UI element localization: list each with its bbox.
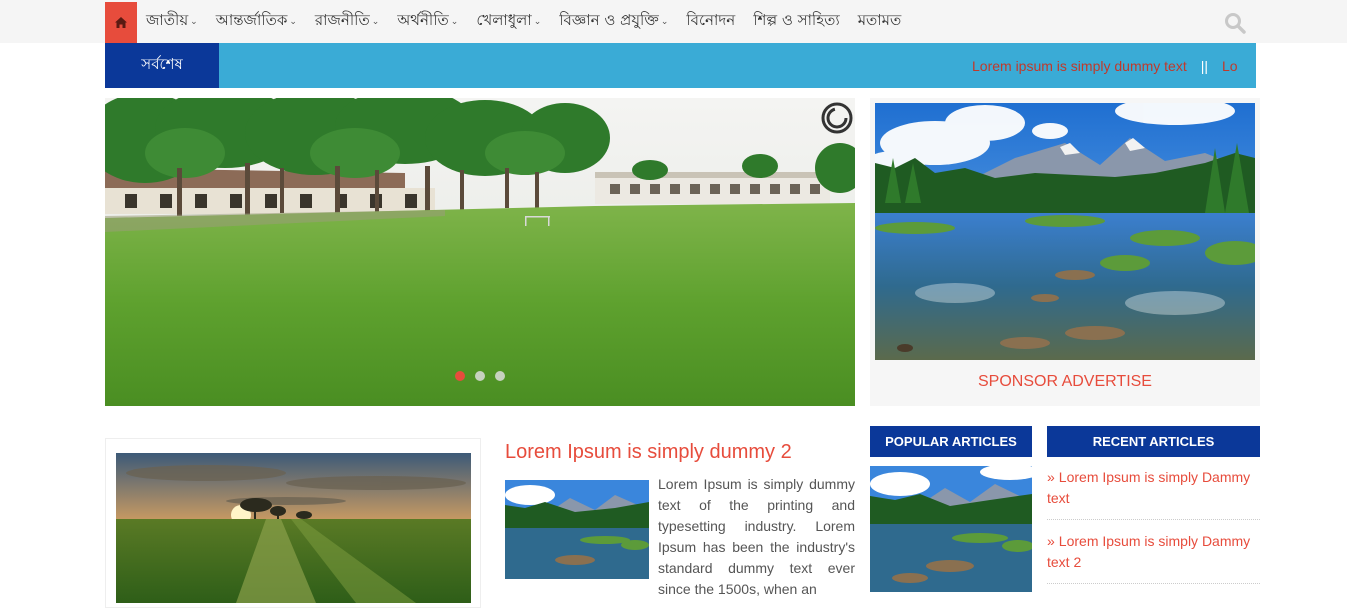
popular-article-image[interactable] — [870, 466, 1032, 592]
menu-item-economy[interactable]: অর্থনীতি ⌄ — [388, 0, 467, 43]
recent-articles-heading: RECENT ARTICLES — [1047, 426, 1260, 457]
sponsor-advertise-link[interactable]: SPONSOR ADVERTISE — [870, 373, 1260, 391]
menu-item-label: বিনোদন — [686, 11, 736, 29]
sponsor-image[interactable] — [875, 103, 1255, 360]
chevron-down-icon: ⌄ — [289, 16, 297, 27]
lake-mountain-popular — [870, 466, 1032, 592]
ticker-item[interactable]: Lorem ipsum is simply dummy text — [972, 58, 1187, 74]
ticker-separator: || — [1200, 57, 1208, 74]
article-card-image[interactable] — [116, 453, 471, 603]
lake-mountain-thumb — [505, 480, 649, 579]
menu-item-international[interactable]: আন্তর্জাতিক ⌄ — [207, 0, 306, 43]
feature-article-thumbnail[interactable] — [505, 480, 649, 579]
chevron-down-icon: ⌄ — [533, 16, 542, 27]
chevron-down-icon: ⌄ — [190, 16, 198, 27]
ticker-label: সর্বশেষ — [105, 43, 219, 88]
slider-dot[interactable] — [475, 371, 485, 381]
feature-article-title[interactable]: Lorem Ipsum is simply dummy 2 — [505, 441, 792, 464]
feature-article-excerpt: Lorem Ipsum is simply dummy text of the … — [658, 476, 855, 597]
slider-pagination — [455, 371, 505, 381]
breaking-news-ticker: সর্বশেষ Lorem ipsum is simply dummy text… — [105, 43, 1256, 88]
recent-article-label: Lorem Ipsum is simply Dammy text — [1047, 469, 1251, 506]
recent-article-link[interactable]: » Lorem Ipsum is simply Dammy text — [1047, 467, 1260, 520]
menu-item-label: খেলাধুলা — [476, 11, 532, 29]
hero-slider[interactable] — [105, 98, 855, 406]
recent-article-label: Lorem Ipsum is simply Dammy text 2 — [1047, 533, 1251, 570]
chevron-down-icon: ⌄ — [371, 16, 380, 27]
ticker-track: Lorem ipsum is simply dummy text || Lo — [972, 43, 1238, 88]
slider-dot[interactable] — [455, 371, 465, 381]
menu-item-label: রাজনীতি — [314, 11, 370, 29]
top-navbar: জাতীয় ⌄ আন্তর্জাতিক ⌄ রাজনীতি ⌄ অর্থনীতি ⌄ … — [0, 0, 1347, 43]
popular-articles-heading: POPULAR ARTICLES — [870, 426, 1032, 457]
search-icon[interactable] — [1224, 12, 1246, 34]
main-menu: জাতীয় ⌄ আন্তর্জাতিক ⌄ রাজনীতি ⌄ অর্থনীতি ⌄ … — [137, 0, 910, 43]
chevron-down-icon: ⌄ — [660, 16, 669, 27]
recent-article-link[interactable]: » Lorem Ipsum is simply Dammy text 2 — [1047, 531, 1260, 584]
article-card — [105, 438, 481, 608]
menu-item-art-literature[interactable]: শিল্প ও সাহিত্য — [744, 0, 849, 43]
menu-item-science-tech[interactable]: বিজ্ঞান ও প্রযুক্তি ⌄ — [550, 0, 677, 43]
menu-item-label: বিজ্ঞান ও প্রযুক্তি — [559, 11, 659, 29]
menu-item-entertainment[interactable]: বিনোদন — [677, 0, 744, 43]
chevron-down-icon: ⌄ — [450, 16, 459, 27]
lake-mountain-image — [875, 103, 1255, 360]
double-chevron-right-icon: » — [1047, 533, 1055, 549]
menu-item-label: আন্তর্জাতিক — [215, 11, 288, 29]
double-chevron-right-icon: » — [1047, 469, 1055, 485]
menu-item-national[interactable]: জাতীয় ⌄ — [137, 0, 207, 43]
menu-item-politics[interactable]: রাজনীতি ⌄ — [306, 0, 388, 43]
menu-item-opinion[interactable]: মতামত — [849, 0, 911, 43]
menu-item-label: অর্থনীতি — [397, 11, 449, 29]
sponsor-box: SPONSOR ADVERTISE — [870, 98, 1260, 406]
menu-item-label: শিল্প ও সাহিত্য — [753, 11, 840, 29]
slide-image-school-field — [105, 98, 855, 406]
menu-item-label: মতামত — [857, 11, 902, 29]
slider-pause-icon[interactable] — [821, 102, 853, 134]
slider-dot[interactable] — [495, 371, 505, 381]
menu-item-sports[interactable]: খেলাধুলা ⌄ — [467, 0, 550, 43]
recent-articles-list: » Lorem Ipsum is simply Dammy text » Lorem… — [1047, 467, 1260, 595]
menu-item-label: জাতীয় — [146, 11, 189, 29]
home-button[interactable] — [105, 2, 137, 43]
ticker-item[interactable]: Lo — [1222, 58, 1238, 74]
home-icon — [115, 17, 127, 28]
sunset-field-image — [116, 453, 471, 603]
